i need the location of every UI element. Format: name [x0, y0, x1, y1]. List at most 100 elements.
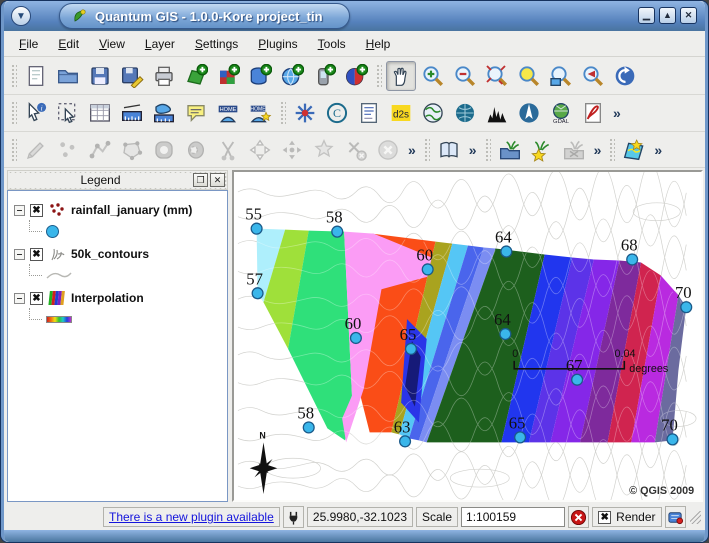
maximize-button[interactable]: ▲	[659, 7, 676, 24]
help-contents-button[interactable]	[434, 135, 464, 165]
add-postgis-layer-button[interactable]	[245, 61, 275, 91]
map-tips-button[interactable]	[181, 98, 211, 128]
refresh-map-button[interactable]	[610, 61, 640, 91]
zoom-last-button[interactable]	[578, 61, 608, 91]
layer-visibility-checkbox[interactable]	[30, 204, 43, 217]
open-project-button[interactable]	[53, 61, 83, 91]
minimize-button[interactable]: ▁	[638, 7, 655, 24]
plugin-icon-button[interactable]	[283, 506, 304, 528]
ftools-button[interactable]	[418, 98, 448, 128]
add-ring-button[interactable]	[149, 135, 179, 165]
digitize-overflow-button[interactable]: »	[405, 142, 419, 158]
toolbar-drag-handle[interactable]	[484, 137, 491, 163]
collapse-icon[interactable]	[14, 205, 25, 216]
menu-layer[interactable]: Layer	[136, 34, 184, 54]
capture-line-button[interactable]	[21, 135, 51, 165]
menu-tools[interactable]: Tools	[309, 34, 355, 54]
zoom-full-extent-button[interactable]	[514, 61, 544, 91]
new-project-button[interactable]	[21, 61, 51, 91]
pan-map-button[interactable]	[386, 61, 416, 91]
add-wfs-layer-button[interactable]	[341, 61, 371, 91]
open-attribute-table-button[interactable]	[85, 98, 115, 128]
stop-render-button[interactable]	[568, 506, 589, 528]
cut-features-button[interactable]	[341, 135, 371, 165]
projection-button[interactable]	[665, 506, 686, 528]
capture-polygon-button[interactable]	[117, 135, 147, 165]
menu-settings[interactable]: Settings	[186, 34, 247, 54]
capture-polyline-button[interactable]	[85, 135, 115, 165]
grass-new-mapset-button[interactable]	[527, 135, 557, 165]
layer-visibility-checkbox[interactable]	[30, 248, 43, 261]
grass-tools-overflow-button[interactable]: »	[651, 142, 665, 158]
close-button[interactable]: ✕	[680, 7, 697, 24]
grass-close-mapset-button[interactable]	[559, 135, 589, 165]
node-tool-button[interactable]	[213, 135, 243, 165]
gps-tools-button[interactable]	[309, 61, 339, 91]
show-bookmarks-button[interactable]: HOME	[213, 98, 243, 128]
toolbar-drag-handle[interactable]	[10, 63, 17, 89]
zoom-out-button[interactable]	[450, 61, 480, 91]
legend-header[interactable]: Legend ❐ ✕	[7, 170, 228, 190]
measure-line-button[interactable]	[117, 98, 147, 128]
render-checkbox[interactable]	[598, 511, 611, 524]
menu-view[interactable]: View	[90, 34, 134, 54]
menu-edit[interactable]: Edit	[49, 34, 88, 54]
capture-point-button[interactable]	[53, 135, 83, 165]
zoom-to-layer-button[interactable]	[546, 61, 576, 91]
legend-layer-interpolation[interactable]: Interpolation	[14, 287, 225, 309]
add-raster-layer-button[interactable]	[213, 61, 243, 91]
measure-area-button[interactable]	[149, 98, 179, 128]
title-bar[interactable]: ▼ Quantum GIS - 1.0.0-Kore project_tin ▁…	[4, 1, 705, 31]
layer-visibility-checkbox[interactable]	[30, 292, 43, 305]
plugin-star-button[interactable]	[290, 98, 320, 128]
dxf2shp-converter-button[interactable]: d2s	[386, 98, 416, 128]
collapse-icon[interactable]	[14, 293, 25, 304]
north-arrow-plugin-button[interactable]	[514, 98, 544, 128]
new-plugin-link[interactable]: There is a new plugin available	[109, 510, 274, 524]
toolbar-drag-handle[interactable]	[375, 63, 382, 89]
map-canvas[interactable]: 555860646857706065646758636570 0 0.04 de…	[232, 170, 703, 502]
quick-print-pdf-button[interactable]	[578, 98, 608, 128]
collapse-icon[interactable]	[14, 249, 25, 260]
help-overflow-button[interactable]: »	[466, 142, 480, 158]
add-island-button[interactable]	[181, 135, 211, 165]
add-wms-layer-button[interactable]	[277, 61, 307, 91]
panel-float-button[interactable]: ❐	[193, 173, 208, 187]
grass-open-mapset-button[interactable]	[495, 135, 525, 165]
save-project-as-button[interactable]	[117, 61, 147, 91]
move-feature-button[interactable]	[277, 135, 307, 165]
panel-close-button[interactable]: ✕	[210, 173, 225, 187]
terrain-profile-button[interactable]	[482, 98, 512, 128]
grass-overflow-button[interactable]: »	[591, 142, 605, 158]
zoom-in-button[interactable]	[418, 61, 448, 91]
add-vector-layer-button[interactable]	[181, 61, 211, 91]
legend-layer-contours[interactable]: 50k_contours	[14, 243, 225, 265]
resize-grip[interactable]	[690, 511, 701, 524]
select-features-button[interactable]	[53, 98, 83, 128]
delete-selected-button[interactable]	[373, 135, 403, 165]
menu-file[interactable]: File	[10, 34, 47, 54]
new-bookmark-button[interactable]: HOME	[245, 98, 275, 128]
toolbar-drag-handle[interactable]	[608, 137, 615, 163]
menu-help[interactable]: Help	[357, 34, 400, 54]
save-project-button[interactable]	[85, 61, 115, 91]
grass-tools-button[interactable]	[619, 135, 649, 165]
toolbar-drag-handle[interactable]	[279, 100, 286, 126]
move-vertex-button[interactable]	[245, 135, 275, 165]
delete-part-button[interactable]	[309, 135, 339, 165]
menu-plugins[interactable]: Plugins	[249, 34, 306, 54]
identify-features-button[interactable]: i	[21, 98, 51, 128]
text-annotation-button[interactable]	[354, 98, 384, 128]
zoom-to-selection-button[interactable]	[482, 61, 512, 91]
toolbar-drag-handle[interactable]	[10, 100, 17, 126]
legend-layer-rainfall[interactable]: rainfall_january (mm)	[14, 199, 225, 221]
toolbar-drag-handle[interactable]	[10, 137, 17, 163]
print-composer-button[interactable]	[149, 61, 179, 91]
gdal-tools-button[interactable]: GDAL	[546, 98, 576, 128]
copyright-label-button[interactable]: C	[322, 98, 352, 128]
toolbar-drag-handle[interactable]	[423, 137, 430, 163]
toolbar2-overflow-button[interactable]: »	[610, 105, 624, 121]
scale-input[interactable]	[461, 507, 565, 527]
system-menu-button[interactable]: ▼	[11, 6, 31, 26]
interpolation-plugin-button[interactable]	[450, 98, 480, 128]
